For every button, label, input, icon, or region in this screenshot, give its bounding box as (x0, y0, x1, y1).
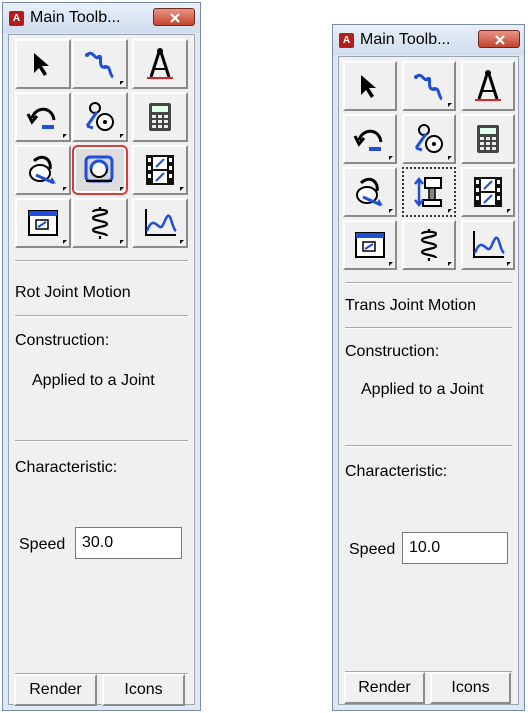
plot-window-icon[interactable] (343, 220, 397, 270)
select-arrow-icon[interactable] (343, 61, 397, 111)
spring-icon[interactable] (72, 198, 128, 248)
main-toolbox-window-right: A Main Toolb... Trans Joint Motion Const… (332, 24, 525, 711)
speed-label: Speed (19, 536, 66, 553)
main-toolbox-window-left: A Main Toolb... Rot Joint Motion Constru… (2, 2, 201, 711)
calculator-icon[interactable] (461, 114, 515, 164)
undo-arc-icon[interactable] (343, 114, 397, 164)
measure-compass-icon[interactable] (461, 61, 515, 111)
construction-label: Construction: (345, 343, 440, 360)
characteristic-label: Characteristic: (345, 463, 448, 480)
divider (345, 445, 512, 447)
construction-label: Construction: (15, 332, 110, 349)
rot-joint-motion-icon[interactable] (72, 145, 128, 195)
divider (345, 327, 512, 329)
toolbox-body: Trans Joint Motion Construction: Applied… (338, 56, 519, 705)
divider (15, 260, 188, 262)
app-logo-icon: A (9, 11, 24, 26)
trans-joint-motion-icon[interactable] (402, 167, 456, 217)
close-icon (495, 35, 505, 45)
force-torque-icon[interactable] (343, 167, 397, 217)
close-button[interactable] (478, 30, 520, 48)
window-title: Main Toolb... (360, 31, 451, 48)
icons-button[interactable]: Icons (430, 672, 511, 704)
close-icon (170, 13, 180, 23)
speed-field[interactable]: 10.0 (402, 532, 508, 564)
divider (345, 282, 512, 284)
postprocessor-plot-icon[interactable] (461, 220, 515, 270)
properties-panel: Trans Joint Motion Construction: Applied… (339, 279, 518, 704)
close-button[interactable] (153, 8, 195, 26)
calculator-icon[interactable] (132, 92, 188, 142)
speed-field[interactable]: 30.0 (75, 527, 182, 559)
animation-film-icon[interactable] (461, 167, 515, 217)
connector-icon[interactable] (72, 92, 128, 142)
motion-type-label: Rot Joint Motion (15, 284, 131, 301)
force-torque-icon[interactable] (15, 145, 71, 195)
construction-value: Applied to a Joint (361, 381, 484, 398)
spline-curve-icon[interactable] (72, 39, 128, 89)
speed-label: Speed (349, 541, 396, 558)
divider (15, 315, 188, 317)
toolbox-body: Rot Joint Motion Construction: Applied t… (8, 34, 195, 706)
app-logo-icon: A (339, 33, 354, 48)
title-bar[interactable]: A Main Toolb... (333, 25, 524, 55)
construction-value: Applied to a Joint (32, 372, 155, 389)
render-button[interactable]: Render (14, 674, 97, 706)
spline-curve-icon[interactable] (402, 61, 456, 111)
render-button[interactable]: Render (344, 672, 425, 704)
postprocessor-plot-icon[interactable] (132, 198, 188, 248)
connector-icon[interactable] (402, 114, 456, 164)
undo-arc-icon[interactable] (15, 92, 71, 142)
spring-icon[interactable] (402, 220, 456, 270)
animation-film-icon[interactable] (132, 145, 188, 195)
motion-type-label: Trans Joint Motion (345, 297, 477, 314)
window-title: Main Toolb... (30, 9, 121, 26)
icons-button[interactable]: Icons (102, 674, 185, 706)
divider (15, 440, 188, 442)
title-bar[interactable]: A Main Toolb... (3, 3, 200, 33)
characteristic-label: Characteristic: (15, 459, 118, 476)
select-arrow-icon[interactable] (15, 39, 71, 89)
measure-compass-icon[interactable] (132, 39, 188, 89)
properties-panel: Rot Joint Motion Construction: Applied t… (9, 257, 194, 706)
plot-window-icon[interactable] (15, 198, 71, 248)
